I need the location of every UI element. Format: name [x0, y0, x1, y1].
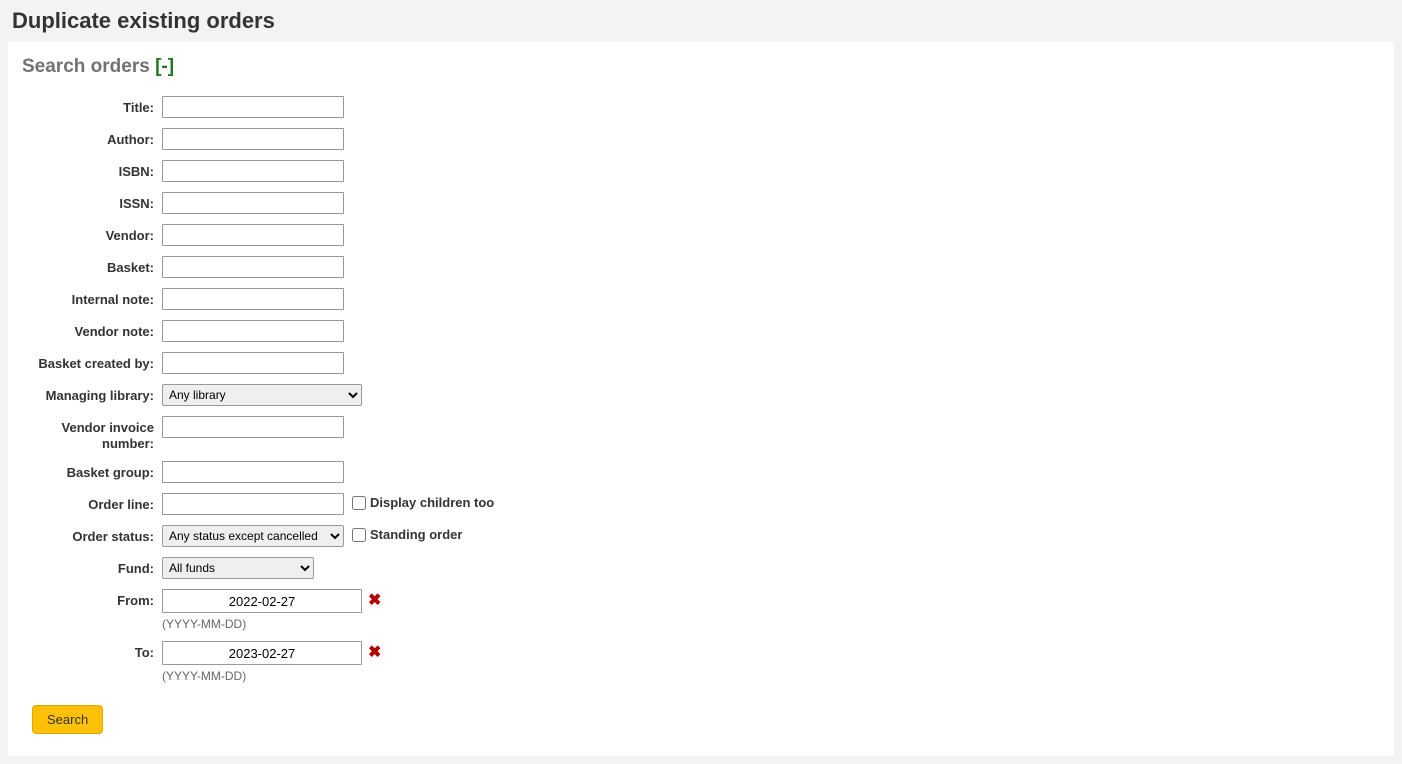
page-title: Duplicate existing orders [0, 0, 1402, 42]
isbn-input[interactable] [162, 160, 344, 182]
vendor-label: Vendor: [22, 224, 162, 244]
internal-note-input[interactable] [162, 288, 344, 310]
vendor-note-input[interactable] [162, 320, 344, 342]
search-legend: Search orders [-] [22, 56, 1380, 78]
isbn-label: ISBN: [22, 160, 162, 180]
from-hint: (YYYY-MM-DD) [162, 617, 381, 631]
collapse-toggle[interactable]: [-] [155, 56, 174, 77]
clear-to-icon[interactable]: ✖ [368, 645, 381, 661]
to-date-input[interactable] [162, 641, 362, 665]
to-hint: (YYYY-MM-DD) [162, 669, 381, 683]
basket-label: Basket: [22, 256, 162, 276]
order-status-select[interactable]: Any status except cancelled [162, 525, 344, 547]
vendor-invoice-label: Vendor invoice number: [22, 416, 162, 451]
vendor-note-label: Vendor note: [22, 320, 162, 340]
title-input[interactable] [162, 96, 344, 118]
basket-group-input[interactable] [162, 461, 344, 483]
clear-from-icon[interactable]: ✖ [368, 593, 381, 609]
search-panel: Search orders [-] Title: Author: ISBN: I… [8, 42, 1394, 756]
basket-created-by-label: Basket created by: [22, 352, 162, 372]
author-input[interactable] [162, 128, 344, 150]
standing-order-label: Standing order [370, 527, 462, 542]
order-line-label: Order line: [22, 493, 162, 513]
from-label: From: [22, 589, 162, 609]
vendor-input[interactable] [162, 224, 344, 246]
basket-group-label: Basket group: [22, 461, 162, 481]
display-children-label: Display children too [370, 495, 494, 510]
to-label: To: [22, 641, 162, 661]
basket-input[interactable] [162, 256, 344, 278]
issn-label: ISSN: [22, 192, 162, 212]
internal-note-label: Internal note: [22, 288, 162, 308]
author-label: Author: [22, 128, 162, 148]
display-children-checkbox[interactable] [352, 496, 366, 510]
standing-order-checkbox[interactable] [352, 528, 366, 542]
fund-label: Fund: [22, 557, 162, 577]
search-button[interactable]: Search [32, 705, 103, 734]
legend-text: Search orders [22, 56, 150, 77]
managing-library-select[interactable]: Any library [162, 384, 362, 406]
fund-select[interactable]: All funds [162, 557, 314, 579]
title-label: Title: [22, 96, 162, 116]
managing-library-label: Managing library: [22, 384, 162, 404]
basket-created-by-input[interactable] [162, 352, 344, 374]
issn-input[interactable] [162, 192, 344, 214]
order-line-input[interactable] [162, 493, 344, 515]
from-date-input[interactable] [162, 589, 362, 613]
order-status-label: Order status: [22, 525, 162, 545]
vendor-invoice-input[interactable] [162, 416, 344, 438]
